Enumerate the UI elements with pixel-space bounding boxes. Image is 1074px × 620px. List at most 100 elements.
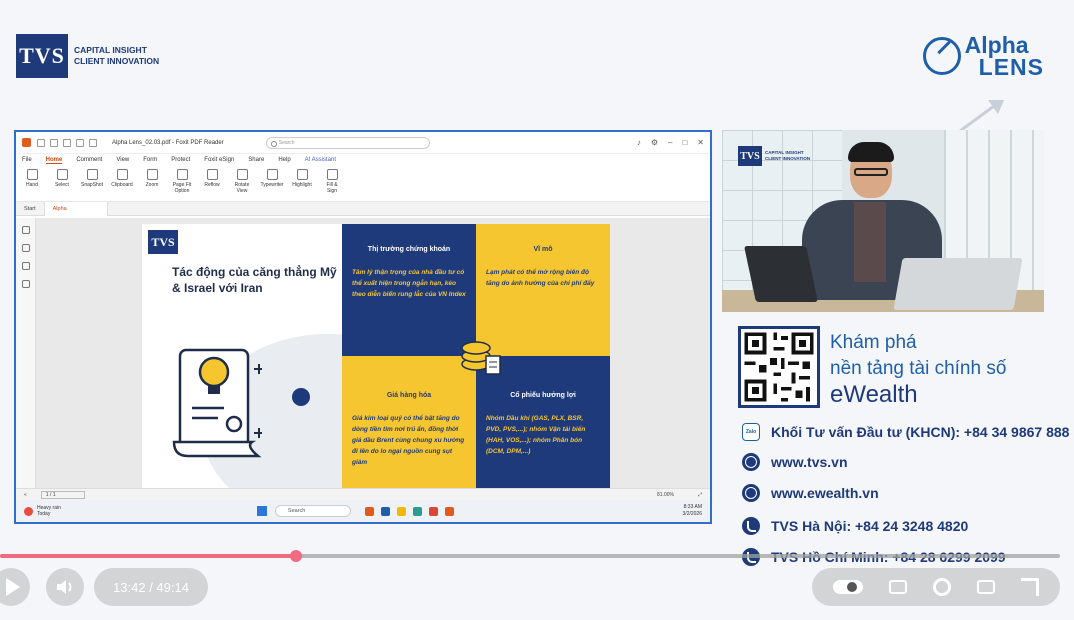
document-canvas: TVS Tác động của căng thẳng Mỹ & Israel … bbox=[16, 218, 710, 488]
play-icon bbox=[6, 578, 20, 596]
ribbon-page-fit-button[interactable]: Page Fit Option bbox=[172, 169, 192, 194]
volume-button[interactable] bbox=[46, 568, 84, 606]
taskbar-app-icon[interactable] bbox=[380, 506, 390, 516]
menu-share[interactable]: Share bbox=[248, 157, 264, 163]
taskbar-app-icon[interactable] bbox=[364, 506, 374, 516]
video-scrubber-handle[interactable] bbox=[289, 550, 302, 562]
clock-time: 8:33 AM bbox=[683, 504, 702, 510]
bookmark-icon[interactable] bbox=[21, 226, 30, 234]
menu-foxit-esign[interactable]: Foxit eSign bbox=[204, 157, 234, 163]
ribbon-rotate-button[interactable]: Rotate View bbox=[232, 169, 252, 194]
menu-file[interactable]: File bbox=[22, 157, 32, 163]
volume-icon bbox=[57, 580, 72, 594]
zoom-icon bbox=[146, 169, 158, 180]
coins-calculator-icon bbox=[461, 341, 501, 375]
quadrant-body: Tâm lý thận trọng của nhà đầu tư có thể … bbox=[352, 269, 466, 298]
system-clock[interactable]: 8:33 AM 3/2/2026 bbox=[683, 504, 702, 518]
tvs-tagline-2: CLIENT INNOVATION bbox=[74, 56, 160, 66]
subtitles-icon[interactable] bbox=[889, 580, 907, 594]
save-icon[interactable] bbox=[50, 138, 58, 147]
clock-date: 3/2/2026 bbox=[682, 511, 702, 517]
ribbon-snapshot-button[interactable]: SnapShot bbox=[81, 169, 103, 188]
ribbon-clipboard-button[interactable]: Clipboard bbox=[111, 169, 133, 188]
redo-icon[interactable] bbox=[89, 138, 97, 147]
play-button[interactable] bbox=[0, 568, 30, 606]
quadrant-commodities: Giá hàng hóa Giá kim loại quý có thể bật… bbox=[342, 356, 476, 488]
settings-icon[interactable]: ⚙ bbox=[651, 138, 658, 147]
foxit-taskbar-icon[interactable] bbox=[444, 506, 454, 516]
close-icon[interactable]: ✕ bbox=[697, 138, 704, 147]
chrome-icon[interactable] bbox=[428, 506, 438, 516]
fullscreen-icon[interactable]: ⤢ bbox=[698, 492, 702, 498]
ribbon-select-button[interactable]: Select bbox=[52, 169, 72, 188]
ribbon-fill-sign-button[interactable]: Fill & Sign bbox=[322, 169, 342, 194]
ribbon-reflow-button[interactable]: Reflow bbox=[202, 169, 222, 188]
pdf-reader-window: Alpha Lens_02.03.pdf - Foxit PDF Reader … bbox=[14, 130, 712, 524]
camera-tvs-logo: TVS CAPITAL INSIGHT CLIENT INNOVATION bbox=[738, 146, 810, 166]
typewriter-icon bbox=[266, 169, 278, 180]
menu-form[interactable]: Form bbox=[143, 157, 157, 163]
hand-icon bbox=[26, 169, 38, 180]
bell-icon[interactable]: ♪ bbox=[637, 138, 641, 147]
menu-help[interactable]: Help bbox=[278, 157, 290, 163]
quadrant-body: Giá kim loại quý có thể bật tăng do dòng… bbox=[352, 415, 465, 466]
contact-website-tvs: www.tvs.vn bbox=[742, 453, 848, 471]
slide-title: Tác động của căng thẳng Mỹ & Israel với … bbox=[172, 265, 337, 295]
quadrant-heading: Thị trường chứng khoán bbox=[367, 246, 451, 253]
attachment-icon[interactable] bbox=[21, 280, 30, 288]
menu-comment[interactable]: Comment bbox=[76, 157, 102, 163]
fullscreen-expand-icon[interactable] bbox=[1021, 578, 1039, 596]
ribbon-typewriter-button[interactable]: Typewriter bbox=[260, 169, 284, 188]
video-progress-fill bbox=[0, 554, 296, 558]
weather-widget[interactable]: Heavy rain Today bbox=[24, 505, 61, 517]
page-number-input[interactable]: 1 / 1 bbox=[40, 490, 85, 499]
settings-gear-icon[interactable] bbox=[933, 578, 951, 596]
webcam-feed: TVS CAPITAL INSIGHT CLIENT INNOVATION bbox=[722, 130, 1044, 312]
contact-website-ewealth: www.ewealth.vn bbox=[742, 484, 879, 502]
menu-ai-assistant[interactable]: AI Assistant bbox=[305, 157, 336, 163]
minimize-icon[interactable]: – bbox=[668, 138, 672, 147]
maximize-icon[interactable]: □ bbox=[682, 138, 687, 147]
tvs-logo-mark: TVS bbox=[16, 34, 68, 78]
tab-start[interactable]: Start bbox=[16, 202, 44, 216]
tvs-tagline-1: CAPITAL INSIGHT bbox=[74, 45, 147, 55]
pdf-search-input[interactable]: Search bbox=[265, 136, 430, 149]
tab-document[interactable]: Alpha Lens_02.03✕ bbox=[43, 201, 108, 226]
quadrant-stock-market: Thị trường chứng khoán Tâm lý thận trọng… bbox=[342, 224, 476, 356]
taskbar-search-input[interactable]: Search bbox=[274, 505, 351, 517]
comments-icon[interactable] bbox=[21, 262, 30, 270]
page-fit-icon bbox=[176, 169, 188, 180]
weather-day: Today bbox=[37, 511, 51, 517]
snapshot-icon bbox=[86, 169, 98, 180]
ribbon-hand-button[interactable]: Hand bbox=[22, 169, 42, 188]
video-progress-bar[interactable] bbox=[0, 550, 1060, 562]
ribbon-highlight-button[interactable]: Highlight bbox=[292, 169, 312, 188]
window-title: Alpha Lens_02.03.pdf - Foxit PDF Reader bbox=[112, 139, 224, 146]
alpha-lens-icon bbox=[922, 37, 961, 75]
print-icon[interactable] bbox=[63, 138, 71, 147]
windows-start-icon[interactable] bbox=[256, 506, 267, 516]
quadrant-body: Nhóm Dầu khí (GAS, PLX, BSR, PVD, PVS,..… bbox=[486, 415, 586, 455]
navigation-panel bbox=[16, 218, 36, 488]
edge-icon[interactable] bbox=[412, 506, 422, 516]
laptop bbox=[744, 246, 818, 302]
pages-icon[interactable] bbox=[21, 244, 30, 252]
autoplay-toggle[interactable] bbox=[833, 580, 863, 594]
laptop bbox=[893, 258, 1023, 310]
theater-mode-icon[interactable] bbox=[977, 580, 995, 594]
ribbon-zoom-button[interactable]: Zoom bbox=[142, 169, 162, 188]
menu-home[interactable]: Home bbox=[45, 157, 63, 164]
open-icon[interactable] bbox=[37, 138, 45, 147]
menu-protect[interactable]: Protect bbox=[171, 157, 190, 163]
ewealth-promo: Khám phá nền tảng tài chính số eWealth bbox=[830, 330, 1006, 408]
alpha-logo-word-2: LENS bbox=[978, 54, 1044, 80]
undo-icon[interactable] bbox=[76, 138, 84, 147]
folder-icon[interactable] bbox=[396, 506, 406, 516]
quadrant-heading: Giá hàng hóa bbox=[386, 392, 432, 399]
first-page-icon[interactable]: « bbox=[24, 492, 27, 498]
slide-tvs-logo: TVS bbox=[148, 230, 178, 254]
pdf-ribbon: Hand Select SnapShot Clipboard Zoom Page… bbox=[16, 166, 710, 202]
tvs-logo: TVS CAPITAL INSIGHT CLIENT INNOVATION bbox=[16, 34, 159, 78]
menu-view[interactable]: View bbox=[116, 157, 129, 163]
zoom-level[interactable]: 81.00% bbox=[657, 492, 674, 498]
